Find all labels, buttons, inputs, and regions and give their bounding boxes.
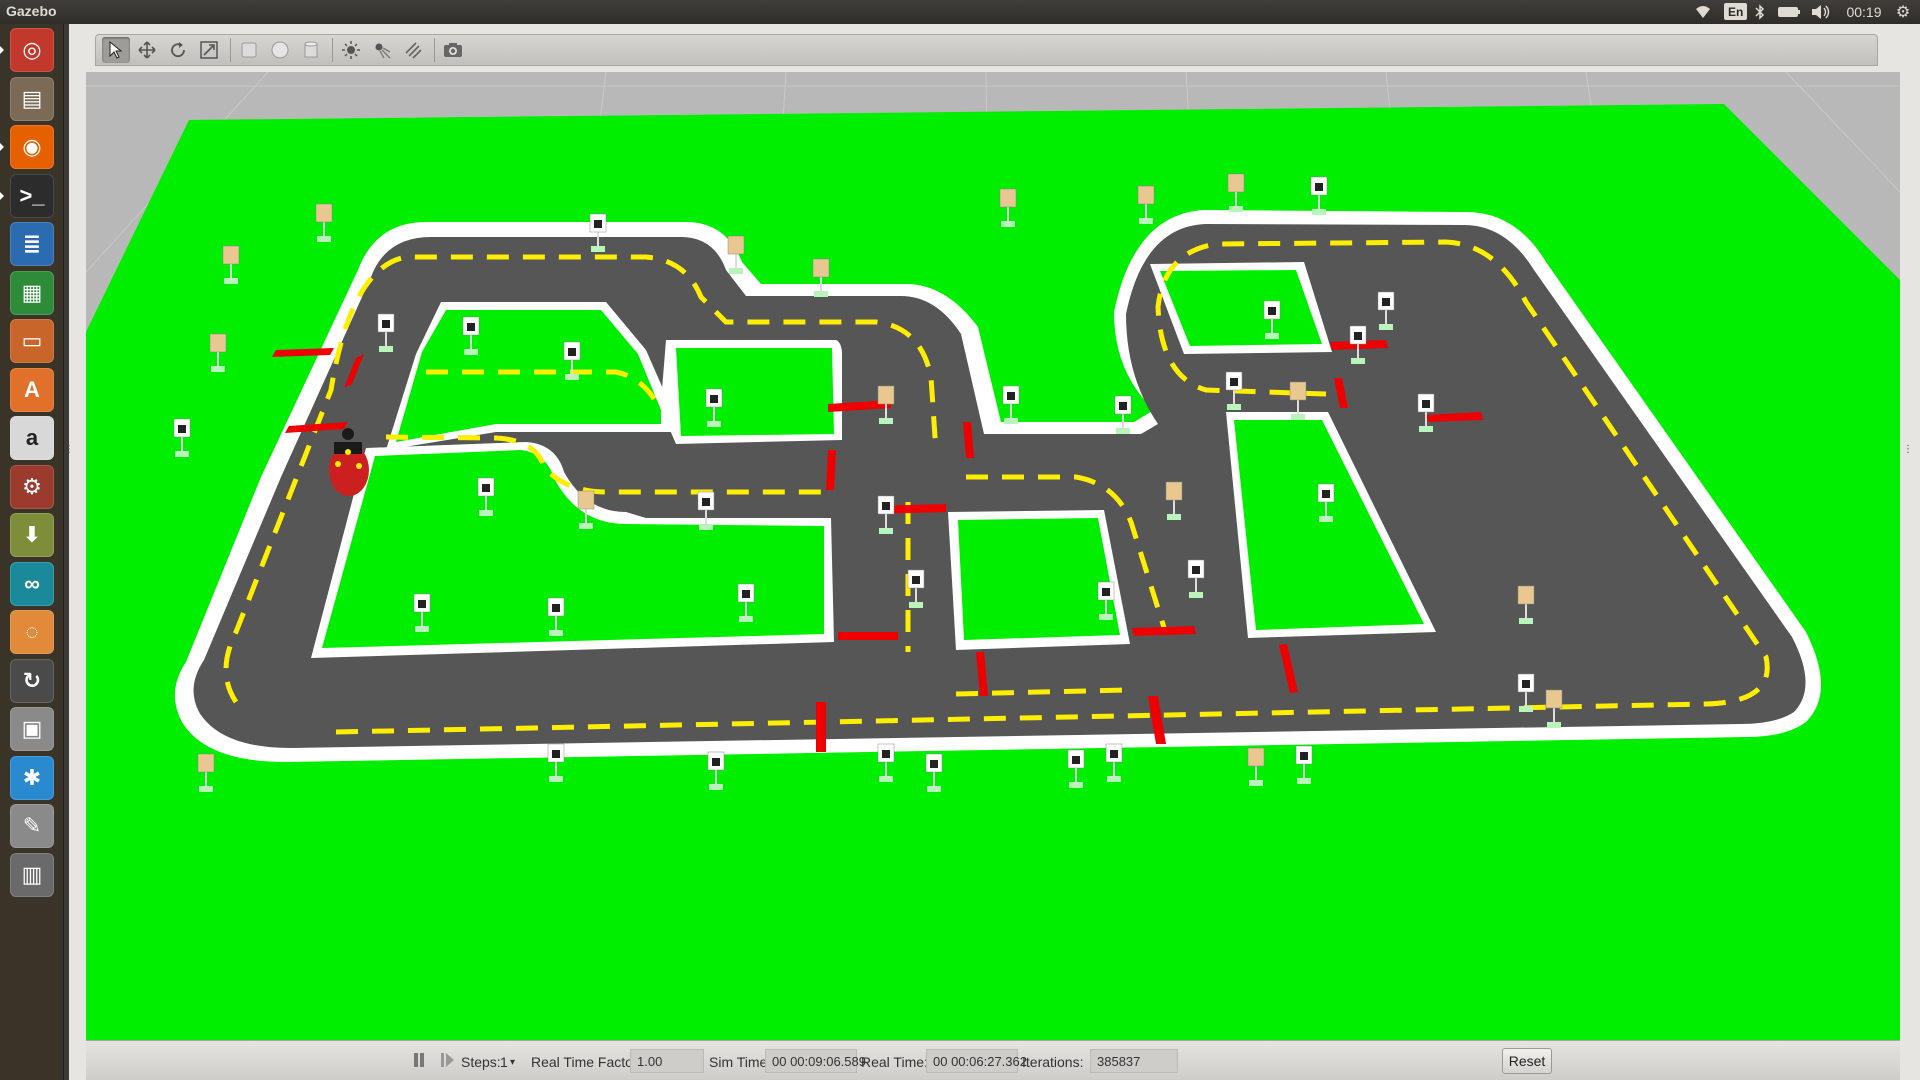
launcher-weather[interactable]: ✱ bbox=[10, 755, 54, 800]
step-icon[interactable] bbox=[440, 1051, 456, 1072]
right-splitter-handle[interactable]: ⋮ bbox=[1903, 444, 1913, 456]
left-splitter-handle[interactable]: ⋮ bbox=[64, 444, 74, 456]
running-indicator bbox=[0, 143, 4, 151]
launcher-system-settings[interactable]: ⚙ bbox=[10, 464, 54, 509]
running-indicator bbox=[0, 46, 4, 54]
trash-icon: ▥ bbox=[21, 861, 43, 887]
box-icon[interactable] bbox=[235, 37, 263, 63]
toolbar-separator bbox=[434, 38, 435, 62]
launcher-archive[interactable]: ⬇ bbox=[10, 513, 54, 557]
iterations-label: Iterations: bbox=[1022, 1054, 1084, 1070]
island-grass bbox=[676, 348, 834, 436]
arrow-pointer-icon[interactable] bbox=[102, 37, 130, 63]
launcher-image-viewer[interactable]: ▣ bbox=[10, 707, 54, 751]
bottom-bar: Steps: 1 ▾ Real Time Factor: 1.00 Sim Ti… bbox=[86, 1040, 1900, 1080]
launcher-swirl-app[interactable]: ◌ bbox=[10, 610, 54, 654]
terminal-icon: >_ bbox=[19, 182, 45, 208]
launcher-text-editor[interactable]: ✎ bbox=[10, 804, 54, 848]
battery-icon[interactable] bbox=[1776, 2, 1802, 22]
directional-light-icon[interactable] bbox=[399, 37, 427, 63]
running-indicator bbox=[0, 191, 4, 200]
launcher-terminal[interactable]: >_ bbox=[10, 173, 54, 218]
system-gear-icon[interactable]: ⚙ bbox=[1892, 2, 1914, 22]
real-time-label: Real Time: bbox=[861, 1054, 928, 1070]
real-time-factor-field: 1.00 bbox=[630, 1049, 704, 1073]
launcher-arduino[interactable]: ∞ bbox=[10, 561, 54, 606]
3d-viewport[interactable] bbox=[86, 72, 1900, 1040]
keyboard-layout-indicator[interactable]: En bbox=[1724, 3, 1748, 20]
scale-icon[interactable] bbox=[195, 37, 223, 63]
sim-time-field: 00 00:09:06.589 bbox=[765, 1049, 866, 1073]
island-grass bbox=[958, 518, 1120, 640]
launcher-amazon[interactable]: a bbox=[10, 416, 54, 460]
spot-light-icon[interactable] bbox=[368, 37, 396, 63]
move-arrows-icon[interactable] bbox=[133, 37, 161, 63]
steps-value[interactable]: 1 bbox=[500, 1054, 508, 1070]
sphere-icon[interactable] bbox=[266, 37, 294, 63]
ubuntu-logo-icon: ◎ bbox=[22, 37, 42, 62]
amazon-icon: a bbox=[25, 425, 39, 450]
launcher: ◎ ▤ ◉ >_ ≣ ▦ ▭ Aa ⚙ ⬇ ∞ ◌ ↻ ▣ ✱ ✎ ▥ bbox=[0, 24, 64, 1080]
real-time-field: 00 00:06:27.362 bbox=[926, 1049, 1027, 1073]
pause-icon[interactable] bbox=[412, 1051, 426, 1072]
updater-icon: ↻ bbox=[22, 667, 42, 693]
shopping-bag-icon: A bbox=[24, 376, 40, 402]
iterations-field: 385837 bbox=[1090, 1049, 1178, 1073]
launcher-writer[interactable]: ≣ bbox=[10, 222, 54, 266]
file-cabinet-icon: ▤ bbox=[21, 85, 43, 111]
gazebo-window: ⋮ ⋮ Steps: 1 ▾ Real Time Factor: 1.00 Si… bbox=[64, 24, 1920, 1080]
wifi-icon[interactable] bbox=[1692, 2, 1714, 22]
reset-button[interactable]: Reset bbox=[1502, 1048, 1552, 1074]
top-panel: Gazebo En 00:19 ⚙ bbox=[0, 0, 1920, 24]
camera-icon[interactable] bbox=[439, 37, 467, 63]
rotate-icon[interactable] bbox=[164, 37, 192, 63]
point-light-icon[interactable] bbox=[337, 37, 365, 63]
spreadsheet-icon: ▦ bbox=[21, 279, 43, 305]
launcher-dash-home[interactable]: ◎ bbox=[10, 28, 54, 72]
steps-dropdown-icon[interactable]: ▾ bbox=[510, 1057, 515, 1068]
sim-time-label: Sim Time: bbox=[709, 1054, 772, 1070]
wrench-gear-icon: ⚙ bbox=[22, 473, 42, 499]
launcher-software-center[interactable]: A bbox=[10, 367, 54, 412]
download-folder-icon: ⬇ bbox=[22, 522, 42, 547]
launcher-calc[interactable]: ▦ bbox=[10, 270, 54, 315]
launcher-firefox[interactable]: ◉ bbox=[10, 125, 54, 169]
document-icon: ≣ bbox=[22, 231, 42, 256]
firefox-icon: ◉ bbox=[22, 134, 42, 159]
steps-label: Steps: bbox=[461, 1054, 501, 1070]
toolbar-separator bbox=[230, 38, 231, 62]
track-scene[interactable] bbox=[86, 72, 1900, 1040]
cylinder-icon[interactable] bbox=[297, 37, 325, 63]
launcher-software-updater[interactable]: ↻ bbox=[10, 658, 54, 703]
toolbar-separator bbox=[332, 38, 333, 62]
presentation-icon: ▭ bbox=[21, 328, 43, 353]
bluetooth-icon[interactable] bbox=[1752, 2, 1768, 22]
volume-icon[interactable] bbox=[1810, 2, 1832, 22]
snowflake-icon: ✱ bbox=[22, 764, 42, 790]
launcher-files[interactable]: ▤ bbox=[10, 76, 54, 121]
launcher-impress[interactable]: ▭ bbox=[10, 319, 54, 363]
real-time-factor-label: Real Time Factor: bbox=[531, 1054, 642, 1070]
arduino-icon: ∞ bbox=[24, 570, 40, 596]
clock[interactable]: 00:19 bbox=[1844, 2, 1884, 22]
toolbar bbox=[95, 34, 1878, 66]
text-editor-icon: ✎ bbox=[22, 813, 42, 838]
app-title: Gazebo bbox=[6, 3, 57, 19]
swirl-icon: ◌ bbox=[25, 619, 39, 644]
image-viewer-icon: ▣ bbox=[21, 716, 43, 741]
launcher-trash[interactable]: ▥ bbox=[10, 852, 54, 897]
